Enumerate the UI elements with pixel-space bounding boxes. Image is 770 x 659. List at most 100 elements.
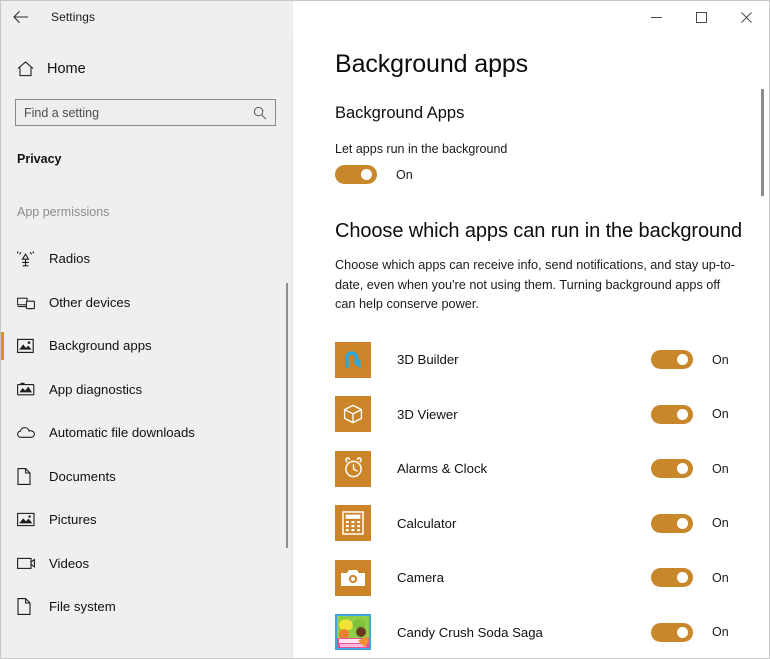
sidebar-item-home[interactable]: Home [1,52,292,86]
app-toggle-switch[interactable] [651,459,693,479]
sidebar-item-file-system[interactable]: File system [1,585,292,629]
sidebar-section-title: Privacy [17,152,62,166]
app-toggle-switch[interactable] [651,513,693,533]
app-toggle-area: On [651,513,769,533]
settings-window: Settings Home Find a setting Privacy App… [0,0,770,659]
master-toggle-state: On [396,167,413,182]
sidebar-item-label: File system [49,599,116,615]
back-button[interactable] [1,1,41,33]
sidebar-home-label: Home [47,61,86,77]
minimize-button[interactable] [634,1,679,33]
app-list: 3D Builder On 3D Viewer On Alarms & Cloc… [335,333,769,659]
toggle-knob [677,408,688,420]
toggle-knob [361,169,372,180]
app-name: Alarms & Clock [397,461,488,477]
sidebar-item-label: Other devices [49,294,131,310]
camera-icon [335,559,371,596]
app-toggle-area: On [651,459,769,479]
main-content: Background apps Background Apps Let apps… [293,33,769,658]
close-icon [741,11,752,23]
app-toggle-state: On [712,352,729,367]
app-toggle-state: On [712,625,729,640]
maximize-button[interactable] [679,1,724,33]
choose-heading: Choose which apps can run in the backgro… [335,220,743,242]
sidebar-item-label: Documents [49,468,116,484]
app-toggle-switch[interactable] [651,350,693,370]
sidebar-item-label: Videos [49,555,90,571]
master-toggle-switch[interactable] [335,165,377,184]
background-apps-icon [17,338,47,354]
sidebar: Home Privacy App permissions [1,33,293,658]
choose-description: Choose which apps can receive info, send… [335,258,735,311]
sidebar-scrollbar[interactable] [286,283,288,548]
maximize-icon [696,11,707,23]
calculator-icon [335,505,371,542]
sidebar-item-label: Radios [49,251,91,267]
page-title: Background apps [335,50,529,78]
sidebar-item-label: App diagnostics [49,381,143,397]
app-name: 3D Viewer [397,406,458,422]
3d-viewer-icon [335,396,371,433]
sidebar-item-pictures[interactable]: Pictures [1,498,292,542]
file-system-icon [17,598,47,616]
search-icon[interactable] [253,106,275,120]
main-scrollbar[interactable] [761,89,764,196]
app-toggle-switch[interactable] [651,568,693,588]
close-button[interactable] [724,1,769,33]
sidebar-nav-list: Radios Other devices Background apps App… [1,237,292,629]
minimize-icon [651,12,662,23]
sidebar-item-videos[interactable]: Videos [1,542,292,586]
section-heading: Background Apps [335,104,465,122]
sidebar-item-other-devices[interactable]: Other devices [1,281,292,325]
radios-icon [17,251,47,267]
title-bar: Settings [1,1,769,33]
pictures-icon [17,512,47,527]
app-row: Camera On [335,551,769,606]
sidebar-item-label: Background apps [49,338,152,354]
app-name: Candy Crush Soda Saga [397,624,543,640]
app-toggle-state: On [712,570,729,585]
alarms-clock-icon [335,450,371,487]
app-row: Calculator On [335,496,769,551]
title-bar-left: Settings [1,1,293,33]
app-toggle-area: On [651,350,769,370]
master-toggle-label: Let apps run in the background [335,142,508,156]
sidebar-item-app-diagnostics[interactable]: App diagnostics [1,368,292,412]
app-name: Camera [397,570,444,586]
master-toggle-row: On [335,165,769,184]
window-title: Settings [51,10,96,24]
sidebar-item-label: Pictures [49,512,97,528]
candy-crush-soda-saga-icon [335,614,371,651]
videos-icon [17,557,47,570]
app-toggle-state: On [712,461,729,476]
app-row: Alarms & Clock On [335,442,769,497]
app-row: 3D Viewer On [335,387,769,442]
sidebar-item-documents[interactable]: Documents [1,455,292,499]
window-body: Home Privacy App permissions [1,33,769,658]
search-input[interactable] [16,100,253,125]
sidebar-item-label: Automatic file downloads [49,425,195,441]
app-toggle-state: On [712,407,729,422]
app-name: Calculator [397,515,457,531]
sidebar-item-automatic-file-downloads[interactable]: Automatic file downloads [1,411,292,455]
sidebar-item-background-apps[interactable]: Background apps [1,324,292,368]
window-controls [634,1,769,33]
app-row: 3D Builder On [335,333,769,388]
app-row: Candy Crush Soda Saga On [335,605,769,658]
app-toggle-switch[interactable] [651,622,693,642]
toggle-knob [677,626,688,638]
app-toggle-switch[interactable] [651,404,693,424]
cloud-download-icon [17,426,47,439]
back-arrow-icon [13,10,29,24]
app-diagnostics-icon [17,382,47,397]
3d-builder-icon [335,341,371,378]
home-icon [17,61,45,77]
app-toggle-area: On [651,404,769,424]
app-toggle-area: On [651,622,769,642]
search-box[interactable] [15,99,276,126]
app-name: 3D Builder [397,352,459,368]
title-bar-drag-area [293,1,634,33]
app-toggle-state: On [712,516,729,531]
sidebar-item-radios[interactable]: Radios [1,237,292,281]
other-devices-icon [17,295,47,310]
